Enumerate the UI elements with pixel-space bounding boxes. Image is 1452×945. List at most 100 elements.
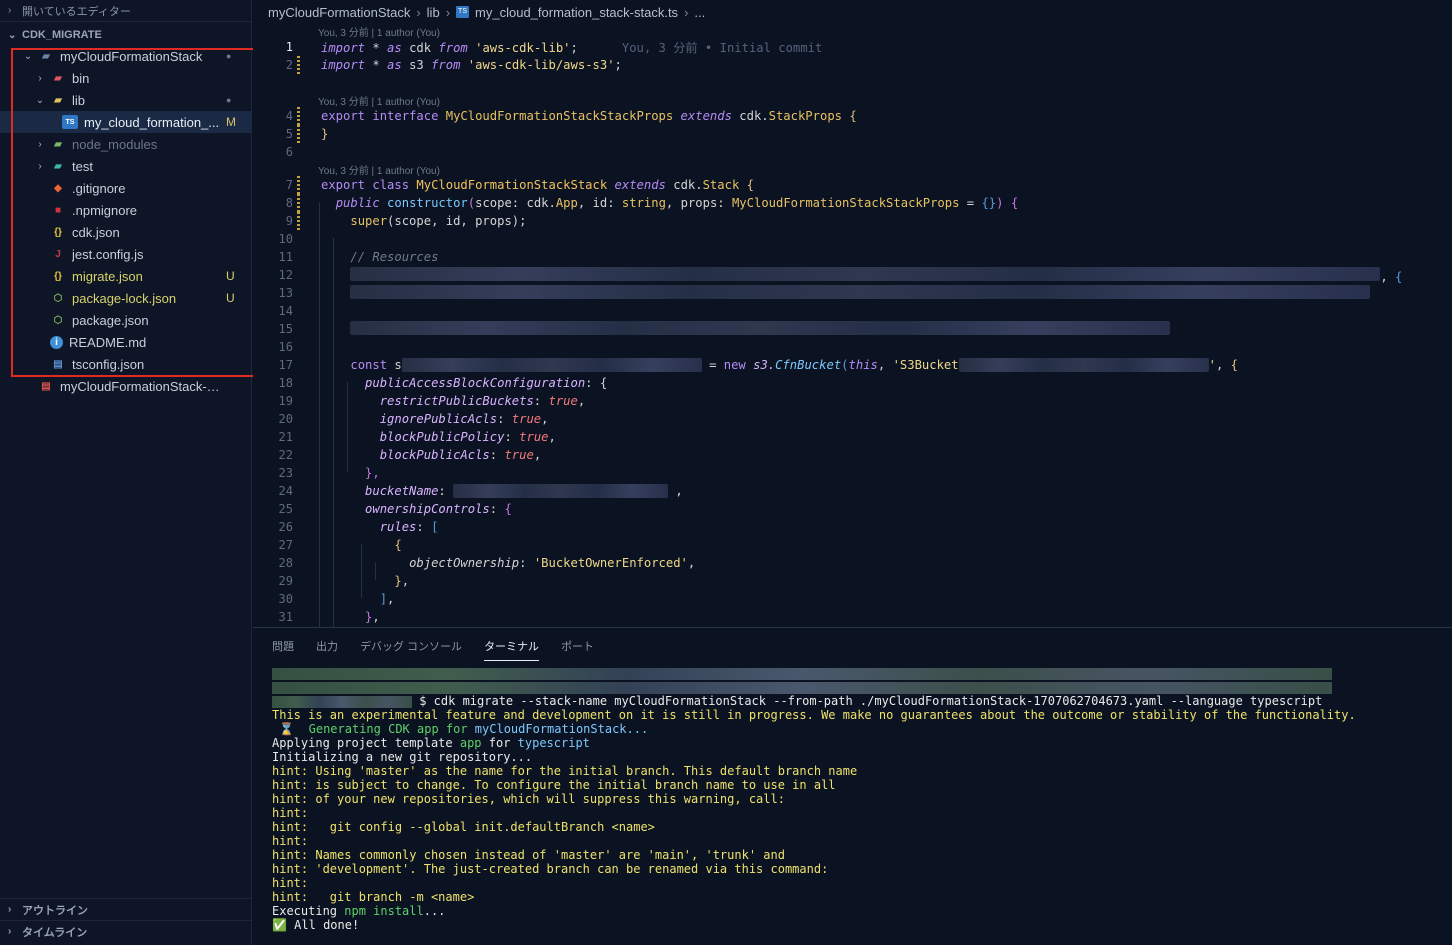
chevron-right-icon: › [8,904,12,915]
git-status-badge: ● [226,51,232,61]
gutter-spacer [297,554,300,572]
breadcrumb-subfolder[interactable]: lib [427,5,440,20]
code-line: 8 public constructor(scope: cdk.App, id:… [253,194,1452,212]
code-line: 23 }, [253,464,1452,482]
gutter-spacer [297,500,300,518]
codelens-author[interactable]: You, 3 分前 | 1 author (You) [318,162,440,177]
bottom-panel: 問題 出力 デバッグ コンソール ターミナル ポート $ cdk migrate… [253,627,1452,945]
tab-output[interactable]: 出力 [316,632,338,660]
modified-gutter-marker[interactable] [297,107,300,125]
terminal-line-redacted [272,680,1442,694]
gutter-spacer [297,338,300,356]
tree-item-tsconfig-json[interactable]: ▤ tsconfig.json [0,353,252,375]
gutter-spacer [297,446,300,464]
tree-item-mycloudformationstack[interactable]: ⌄ ▰ myCloudFormationStack ● [0,45,252,67]
git-status-badge: M [226,115,236,129]
tree-item-readme-md[interactable]: i README.md [0,331,252,353]
typescript-file-icon: TS [62,115,78,129]
modified-gutter-marker[interactable] [297,176,300,194]
line-number: 12 [278,268,293,282]
chevron-down-icon[interactable]: ⌄ [34,95,46,106]
code-line: 25 ownershipControls: { [253,500,1452,518]
code-text: public constructor(scope: cdk.App, id: s… [335,196,1019,210]
info-file-icon: i [50,335,63,349]
terminal-output[interactable]: $ cdk migrate --stack-name myCloudFormat… [272,666,1442,932]
gutter-spacer [297,230,300,248]
code-text: // Resources [350,250,439,264]
tree-item-node-modules[interactable]: › ▰ node_modules [0,133,252,155]
breadcrumb-folder[interactable]: myCloudFormationStack [268,5,410,20]
chevron-right-icon[interactable]: › [34,161,46,172]
code-line: 7 export class MyCloudFormationStackStac… [253,176,1452,194]
tree-item-label: migrate.json [72,268,143,284]
line-number: 4 [285,109,293,123]
code-line: 29 }, [253,572,1452,590]
redacted-terminal-text [272,667,1332,680]
codelens-author[interactable]: You, 3 分前 | 1 author (You) [318,24,440,39]
chevron-down-icon[interactable]: ⌄ [22,51,34,62]
code-line: 22 blockPublicAcls: true, [253,446,1452,464]
code-area[interactable]: You, 3 分前 | 1 author (You) You, 3 分前 | 1… [253,24,1452,627]
open-editors-header[interactable]: › 開いているエディター [0,0,251,22]
gutter-spacer [297,536,300,554]
code-line: 30 ], [253,590,1452,608]
gutter-spacer [297,248,300,266]
code-text: ownershipControls: { [365,502,512,516]
modified-gutter-marker[interactable] [297,56,300,74]
tree-item-bin[interactable]: › ▰ bin [0,67,252,89]
chevron-right-icon[interactable]: › [34,73,46,84]
tab-ports[interactable]: ポート [561,632,594,660]
tree-item-package-lock-json[interactable]: ⬡ package-lock.json U [0,287,252,309]
tree-item-cdk-json[interactable]: {} cdk.json [0,221,252,243]
tree-item-label: tsconfig.json [72,356,145,372]
tree-item-package-json[interactable]: ⬡ package.json [0,309,252,331]
modified-gutter-marker[interactable] [297,212,300,230]
outline-section-header[interactable]: › アウトライン [0,898,252,920]
line-number: 18 [278,376,293,390]
tree-item-label: jest.config.js [72,246,144,262]
chevron-right-icon[interactable]: › [34,139,46,150]
gutter-spacer [297,608,300,626]
modified-gutter-marker[interactable] [297,125,300,143]
timeline-label: タイムライン [22,926,88,939]
breadcrumb: myCloudFormationStack › lib › TS my_clou… [253,0,1452,24]
code-line: 21 blockPublicPolicy: true, [253,428,1452,446]
timeline-section-header[interactable]: › タイムライン [0,920,252,942]
modified-gutter-marker[interactable] [297,194,300,212]
tree-item-npmignore[interactable]: ■ .npmignore [0,199,252,221]
code-line: 4 export interface MyCloudFormationStack… [253,107,1452,125]
line-number: 29 [278,574,293,588]
tree-item-test[interactable]: › ▰ test [0,155,252,177]
tree-item-lib[interactable]: ⌄ ▰ lib ● [0,89,252,111]
tree-item-mycloudformationstack-170[interactable]: ▤ myCloudFormationStack-170... [0,375,252,397]
folder-lib-icon: ▰ [54,94,62,106]
tree-item-migrate-json[interactable]: {} migrate.json U [0,265,252,287]
line-number: 5 [285,127,293,141]
line-number: 21 [278,430,293,444]
tab-terminal[interactable]: ターミナル [484,632,540,661]
code-editor[interactable]: myCloudFormationStack › lib › TS my_clou… [253,0,1452,627]
tree-item-jest-config-js[interactable]: Jjest.config.js [0,243,252,265]
jest-file-icon: J [55,248,61,260]
code-line: 24 bucketName: , [253,482,1452,500]
tab-problems[interactable]: 問題 [272,632,294,660]
tree-item-gitignore[interactable]: ◆ .gitignore [0,177,252,199]
open-editors-label: 開いているエディター [22,5,131,18]
terminal-hint-line: hint: Names commonly chosen instead of '… [272,848,785,862]
project-label: CDK_MIGRATE [22,29,102,41]
code-text: super(scope, id, props); [350,214,527,228]
gutter-spacer [297,266,300,284]
line-number: 26 [278,520,293,534]
code-line: 12 , { [253,266,1452,284]
breadcrumb-more[interactable]: ... [694,5,705,20]
breadcrumb-separator: › [445,4,451,20]
breadcrumb-file[interactable]: my_cloud_formation_stack-stack.ts [475,5,678,20]
tree-item-my-cloud-formation[interactable]: TS my_cloud_formation_... M [0,111,252,133]
gutter-spacer [297,518,300,536]
project-header[interactable]: ⌄ CDK_MIGRATE [0,23,251,47]
code-line: 15 [253,320,1452,338]
code-line: 13 [253,284,1452,302]
line-number: 28 [278,556,293,570]
tab-debug-console[interactable]: デバッグ コンソール [360,632,462,660]
codelens-author[interactable]: You, 3 分前 | 1 author (You) [318,93,440,108]
